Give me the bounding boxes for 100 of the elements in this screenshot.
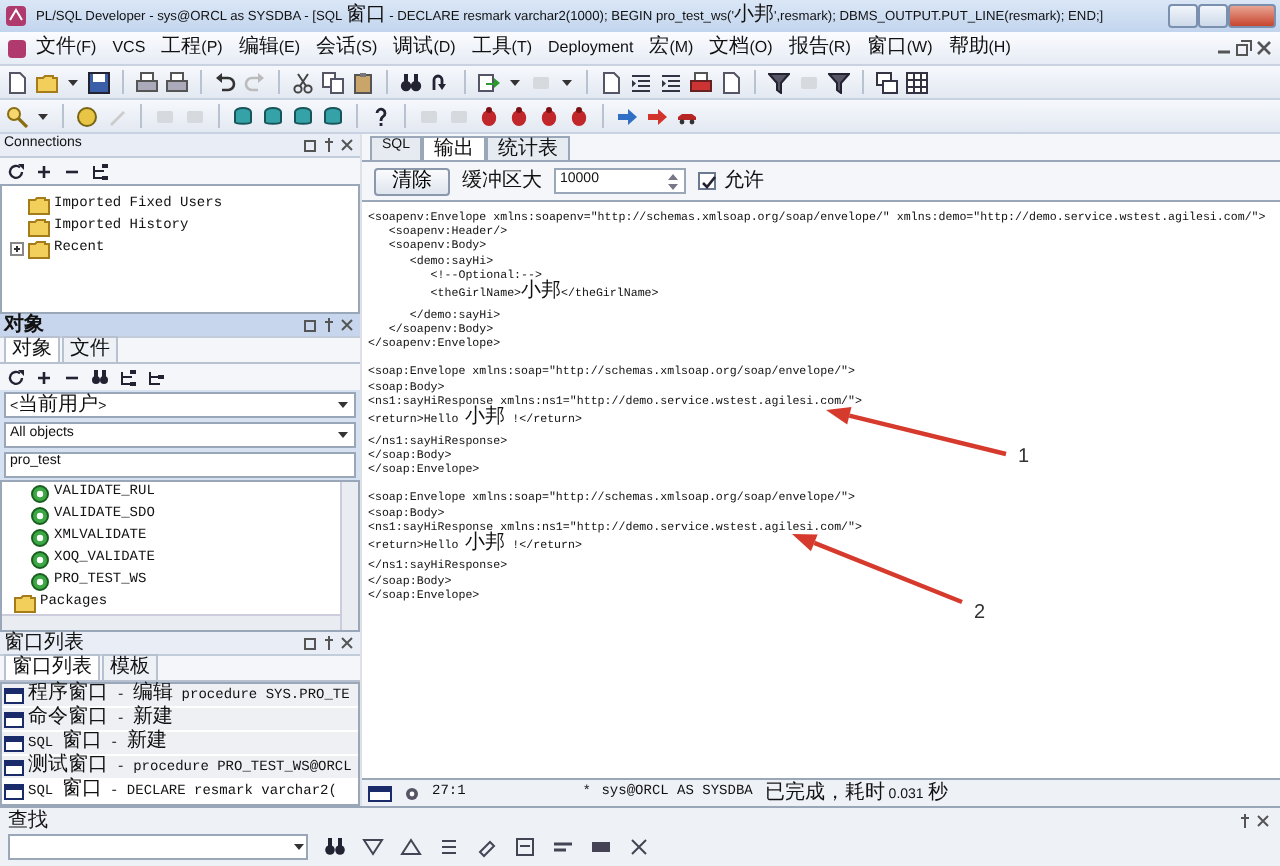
- panel-title: 对象: [4, 313, 46, 337]
- database-icon[interactable]: [292, 105, 314, 127]
- panel-title: 查找: [8, 809, 50, 833]
- refresh-icon[interactable]: [6, 367, 26, 387]
- callout-number: 2: [974, 602, 986, 626]
- binoculars-icon[interactable]: [400, 71, 422, 93]
- help-icon[interactable]: [370, 105, 392, 127]
- menu-item[interactable]: 编辑(E): [230, 36, 309, 60]
- printer-icon[interactable]: [136, 71, 158, 93]
- buffer-size-label: 缓冲区大: [462, 169, 542, 193]
- expand-icon[interactable]: [10, 242, 24, 256]
- pin-icon[interactable]: [1236, 812, 1254, 830]
- restore-icon[interactable]: [1234, 38, 1254, 58]
- menu-item[interactable]: 宏(M): [641, 36, 702, 60]
- menu-item[interactable]: 窗口(W): [858, 36, 941, 60]
- menu-item[interactable]: 工程(P): [153, 36, 231, 60]
- tree-icon[interactable]: [90, 161, 110, 181]
- list-icon[interactable]: [438, 836, 460, 858]
- close-icon[interactable]: [338, 634, 356, 652]
- pin-icon[interactable]: [320, 316, 338, 334]
- box-icon[interactable]: [514, 836, 536, 858]
- funnel-icon[interactable]: [768, 71, 790, 93]
- maximize-button[interactable]: [1198, 4, 1228, 28]
- printer-icon[interactable]: [690, 71, 712, 93]
- pin-icon[interactable]: [320, 634, 338, 652]
- close-icon[interactable]: [338, 136, 356, 154]
- cross-icon[interactable]: [628, 836, 650, 858]
- circle-icon[interactable]: [76, 105, 98, 127]
- document-icon[interactable]: [6, 71, 28, 93]
- clipboard-icon[interactable]: [352, 71, 374, 93]
- restore-icon[interactable]: [302, 316, 320, 334]
- folder-icon[interactable]: [36, 71, 58, 93]
- pin-icon[interactable]: [320, 136, 338, 154]
- eraser-icon[interactable]: [476, 836, 498, 858]
- document-icon[interactable]: [600, 71, 622, 93]
- indent-icon[interactable]: [630, 71, 652, 93]
- menu-item[interactable]: 帮助(H): [940, 36, 1019, 60]
- tab[interactable]: 输出: [422, 136, 487, 160]
- bug-icon[interactable]: [508, 105, 530, 127]
- database-icon[interactable]: [262, 105, 284, 127]
- close-icon[interactable]: [1254, 812, 1272, 830]
- bug-icon[interactable]: [538, 105, 560, 127]
- hook-arrow-icon[interactable]: [430, 71, 452, 93]
- clear-button[interactable]: 清除: [374, 167, 450, 195]
- grid-icon[interactable]: [906, 71, 928, 93]
- spin-arrows-icon[interactable]: [666, 171, 680, 191]
- vertical-scrollbar[interactable]: [340, 482, 358, 630]
- bug-icon[interactable]: [568, 105, 590, 127]
- restore-icon[interactable]: [302, 634, 320, 652]
- plus-icon[interactable]: [34, 161, 54, 181]
- undo-arrow-icon[interactable]: [214, 71, 236, 93]
- printer-icon[interactable]: [166, 71, 188, 93]
- folder-icon[interactable]: [28, 238, 50, 260]
- refresh-icon[interactable]: [6, 161, 26, 181]
- menu-item[interactable]: 调试(D): [385, 36, 464, 60]
- checkbox[interactable]: [698, 172, 716, 190]
- menu-item[interactable]: 工具(T): [463, 36, 541, 60]
- horizontal-scrollbar[interactable]: [2, 614, 340, 630]
- menu-item[interactable]: 文件(F): [28, 36, 105, 60]
- right-arrow-icon[interactable]: [646, 105, 668, 127]
- menu-item[interactable]: 文档(O): [701, 36, 781, 60]
- scissors-icon[interactable]: [292, 71, 314, 93]
- windows-icon[interactable]: [876, 71, 898, 93]
- tab[interactable]: 文件: [62, 336, 118, 362]
- menu-item[interactable]: VCS: [104, 38, 154, 58]
- search-field[interactable]: [8, 834, 308, 860]
- plus-icon[interactable]: [34, 367, 54, 387]
- funnel-icon[interactable]: [828, 71, 850, 93]
- up-triangle-icon[interactable]: [400, 836, 422, 858]
- close-icon[interactable]: [1254, 38, 1274, 58]
- folder-icon[interactable]: [14, 592, 36, 614]
- database-icon[interactable]: [232, 105, 254, 127]
- menu-item[interactable]: Deployment: [540, 38, 642, 58]
- folder-icon[interactable]: [28, 194, 50, 216]
- folder-icon[interactable]: [28, 216, 50, 238]
- search-icon[interactable]: [6, 105, 28, 127]
- menu-item[interactable]: 会话(S): [308, 36, 386, 60]
- close-icon[interactable]: [338, 316, 356, 334]
- indent-icon[interactable]: [660, 71, 682, 93]
- tree-icon[interactable]: [146, 367, 166, 387]
- minimize-button[interactable]: [1168, 4, 1198, 28]
- app-logo-icon: [4, 4, 28, 28]
- restore-icon[interactable]: [302, 136, 320, 154]
- binoculars-icon[interactable]: [324, 836, 346, 858]
- panel-title: 窗口列表: [4, 631, 86, 655]
- document-icon[interactable]: [720, 71, 742, 93]
- app-logo-icon: [6, 37, 28, 59]
- tab[interactable]: 统计表: [486, 136, 571, 160]
- right-arrow-icon[interactable]: [616, 105, 638, 127]
- tree-icon[interactable]: [118, 367, 138, 387]
- down-triangle-icon[interactable]: [362, 836, 384, 858]
- database-icon[interactable]: [322, 105, 344, 127]
- checkbox-label: 允许: [724, 169, 764, 193]
- tab[interactable]: 对象: [4, 336, 60, 362]
- bug-icon[interactable]: [478, 105, 500, 127]
- tab[interactable]: 模板: [102, 654, 158, 680]
- binoculars-icon[interactable]: [90, 367, 110, 387]
- copy-icon[interactable]: [322, 71, 344, 93]
- menu-item[interactable]: 报告(R): [780, 36, 859, 60]
- tab[interactable]: 窗口列表: [4, 654, 100, 680]
